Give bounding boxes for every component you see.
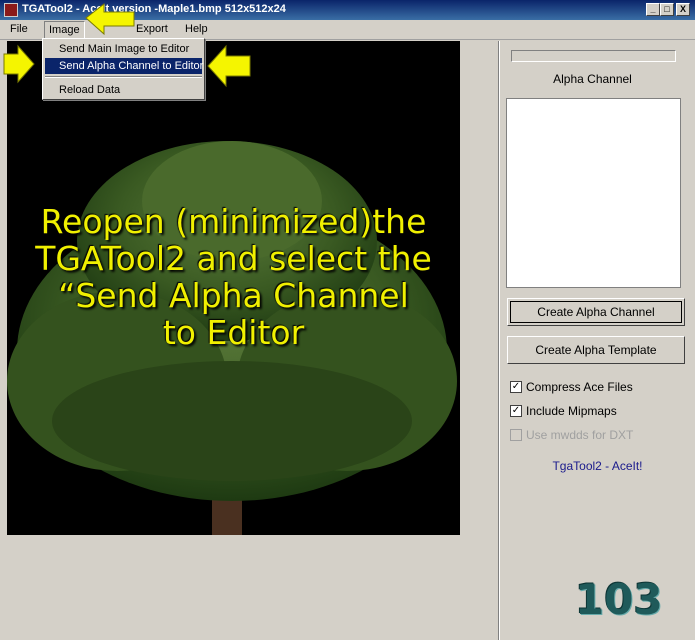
slide-number: 103 bbox=[575, 575, 663, 624]
progress-bar bbox=[511, 50, 676, 62]
include-mipmaps-checkbox[interactable]: ✓ bbox=[510, 405, 522, 417]
panel-divider bbox=[498, 41, 500, 640]
use-mwdds-checkbox bbox=[510, 429, 522, 441]
compress-ace-label: Compress Ace Files bbox=[526, 380, 633, 394]
compress-ace-checkbox[interactable]: ✓ bbox=[510, 381, 522, 393]
include-mipmaps-label: Include Mipmaps bbox=[526, 404, 617, 418]
create-alpha-channel-button[interactable]: Create Alpha Channel bbox=[507, 298, 685, 326]
arrow-right-icon bbox=[3, 44, 35, 84]
arrow-left-icon-2 bbox=[207, 44, 251, 88]
alpha-channel-preview bbox=[506, 98, 681, 288]
arrow-left-icon bbox=[85, 2, 135, 36]
alpha-channel-label: Alpha Channel bbox=[553, 72, 632, 86]
create-alpha-template-button[interactable]: Create Alpha Template bbox=[507, 336, 685, 364]
use-mwdds-label: Use mwdds for DXT bbox=[526, 428, 634, 442]
brand-label: TgaTool2 - AceIt! bbox=[552, 459, 643, 473]
